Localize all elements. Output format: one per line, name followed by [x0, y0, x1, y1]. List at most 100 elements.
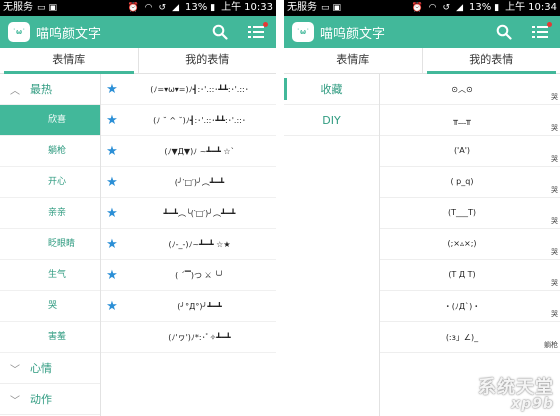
emoticon-row[interactable]: ★ ┻━┻︵╰(‵□′)╯︵┻━┻ — [101, 198, 276, 229]
favorite-row[interactable]: (:з」∠)_ 躺枪 — [380, 322, 560, 353]
category-tag: 哭 — [551, 186, 558, 194]
usb-icon: ▭ — [37, 3, 46, 13]
emoticon-row[interactable]: ★ (ﾉ ˘ ^ ˘)ﾉ┫:･'.::･┻┻:･'.::･ — [101, 105, 276, 136]
alarm-icon: ⏰ — [127, 3, 139, 13]
subcategory-item[interactable]: 亲亲 — [0, 198, 100, 229]
watermark-line1: 系统天堂 — [478, 377, 554, 398]
emoticon-text: (:з」∠)_ — [445, 333, 479, 342]
tab-emoticon-library[interactable]: 表情库 — [0, 48, 138, 74]
subcategory-item[interactable]: 害羞 — [0, 322, 100, 353]
category-label: 最热 — [30, 83, 52, 96]
battery-percent: 13% — [184, 2, 208, 13]
favorite-row[interactable]: ⊙︿⊙ 哭 — [380, 74, 560, 105]
sync-icon: ↺ — [158, 3, 167, 13]
emoticon-text: (;×▵×;) — [447, 239, 477, 248]
main-tabs: 表情库 我的表情 — [0, 48, 276, 74]
image-icon: ▣ — [332, 3, 342, 13]
app-title: 喵呜颜文字 — [36, 26, 102, 42]
sync-icon: ↺ — [442, 3, 451, 13]
emoticon-row[interactable]: ★ (╯‵□′)╯︵┻━┻ — [101, 167, 276, 198]
emoticon-list: ★ (ﾉ=▾ω▾=)ﾉ┫:･'.::･┻┻:･'.::･ ★ (ﾉ ˘ ^ ˘)ﾉ┫… — [101, 74, 276, 416]
emoticon-row[interactable]: ★ (ﾉ-_-)ﾉ~┻━┻ ☆★ — [101, 229, 276, 260]
image-icon: ▣ — [48, 3, 58, 13]
emoticon-text: ( ´▔)つ ⚔ ╰╯ — [175, 270, 224, 280]
status-bar: 无服务 ▭ ▣ ⏰ ◠ ↺ ◢ 13% ▮ 上午 10:34 — [284, 0, 560, 16]
menu-list-icon[interactable] — [532, 22, 552, 39]
emoticon-row[interactable]: ★ (ﾉ'ヮ')ﾉ*:･ﾟ✧┻━┻ — [101, 322, 276, 353]
status-bar: 无服务 ▭ ▣ ⏰ ◠ ↺ ◢ 13% ▮ 上午 10:33 — [0, 0, 276, 16]
emoticon-row[interactable]: ★ (ﾉ▼Д▼)ﾉ ~┻━┻ ☆` — [101, 136, 276, 167]
tab-my-emoticons[interactable]: 我的表情 — [421, 48, 560, 74]
star-icon[interactable]: ★ — [101, 330, 123, 345]
notification-dot — [547, 22, 552, 27]
chevron-up-icon: ︿ — [10, 85, 20, 97]
screen-my-emoticons: 无服务 ▭ ▣ ⏰ ◠ ↺ ◢ 13% ▮ 上午 10:34 ˙ω˙ 喵呜颜文字… — [284, 0, 560, 416]
category-tag: 哭 — [551, 217, 558, 225]
subcategory-item[interactable]: 躺枪 — [0, 136, 100, 167]
category-hot[interactable]: ︿ 最热 — [0, 74, 100, 105]
battery-percent: 13% — [468, 2, 492, 13]
time-ampm: 上午 — [221, 2, 242, 13]
app-bar: ˙ω˙ 喵呜颜文字 — [284, 16, 560, 48]
star-icon[interactable]: ★ — [101, 237, 123, 252]
star-icon[interactable]: ★ — [101, 175, 123, 190]
favorite-row[interactable]: (T Д T) 哭 — [380, 260, 560, 291]
emoticon-text: ⊙︿⊙ — [451, 85, 473, 94]
favorite-row[interactable]: ('A') 哭 — [380, 136, 560, 167]
search-icon[interactable] — [212, 24, 228, 40]
category-tag: 哭 — [551, 248, 558, 256]
emoticon-text: ('A') — [453, 146, 471, 155]
section-diy[interactable]: DIY — [284, 105, 379, 136]
emoticon-text: (T Д T) — [448, 270, 476, 279]
watermark-line2: xp9b — [511, 396, 554, 412]
category-tag: 哭 — [551, 124, 558, 132]
category-tag: 哭 — [551, 155, 558, 163]
emoticon-row[interactable]: ★ (ﾉ=▾ω▾=)ﾉ┫:･'.::･┻┻:･'.::･ — [101, 74, 276, 105]
emoticon-text: (ﾉ'ヮ')ﾉ*:･ﾟ✧┻━┻ — [168, 332, 231, 342]
usb-icon: ▭ — [321, 3, 330, 13]
star-icon[interactable]: ★ — [101, 299, 123, 314]
menu-list-icon[interactable] — [248, 22, 268, 39]
category-tag: 躺枪 — [544, 341, 558, 349]
app-bar: ˙ω˙ 喵呜颜文字 — [0, 16, 276, 48]
favorite-row[interactable]: (T___T) 哭 — [380, 198, 560, 229]
emoticon-text: (ﾉ ˘ ^ ˘)ﾉ┫:･'.::･┻┻:･'.::･ — [153, 115, 246, 125]
search-icon[interactable] — [496, 24, 512, 40]
tab-my-emoticons[interactable]: 我的表情 — [137, 48, 277, 73]
star-icon[interactable]: ★ — [101, 144, 123, 159]
emoticon-text: ┻━┻︵╰(‵□′)╯︵┻━┻ — [163, 208, 236, 218]
favorite-row[interactable]: ( p_q) 哭 — [380, 167, 560, 198]
star-icon[interactable]: ★ — [101, 206, 123, 221]
section-favorites[interactable]: 收藏 — [284, 74, 379, 105]
tab-emoticon-library[interactable]: 表情库 — [284, 48, 422, 73]
subcategory-item[interactable]: 哭 — [0, 291, 100, 322]
star-icon[interactable]: ★ — [101, 113, 123, 128]
favorite-row[interactable]: ・(ﾉД`)・哭 — [380, 291, 560, 322]
emoticon-row[interactable]: ★ ( ´▔)つ ⚔ ╰╯ — [101, 260, 276, 291]
favorite-row[interactable]: (;×▵×;) 哭 — [380, 229, 560, 260]
favorite-emoticon-list: ⊙︿⊙ 哭 ╥﹏╥ 哭 ('A') 哭 ( p_q) 哭 (T___T) 哭 (;×▵×;… — [380, 74, 560, 416]
category-mood[interactable]: ﹀ 心情 — [0, 353, 100, 384]
emoticon-text: (T___T) — [447, 208, 476, 217]
category-tag: 哭 — [551, 279, 558, 287]
subcategory-item[interactable]: 开心 — [0, 167, 100, 198]
star-icon[interactable]: ★ — [101, 268, 123, 283]
category-action[interactable]: ﹀ 动作 — [0, 384, 100, 415]
emoticon-text: ・(ﾉД`)・ — [443, 302, 481, 311]
category-label: 心情 — [30, 362, 52, 375]
emoticon-text: (ﾉ=▾ω▾=)ﾉ┫:･'.::･┻┻:･'.::･ — [150, 84, 249, 94]
chevron-down-icon: ﹀ — [10, 364, 20, 376]
subcategory-item[interactable]: 欣喜 — [0, 105, 100, 136]
subcategory-item[interactable]: 生气 — [0, 260, 100, 291]
chevron-down-icon: ﹀ — [10, 395, 20, 407]
time-ampm: 上午 — [505, 2, 526, 13]
subcategory-item[interactable]: 眨眼睛 — [0, 229, 100, 260]
alarm-icon: ⏰ — [411, 3, 423, 13]
signal-icon: ◢ — [456, 3, 463, 13]
emoticon-row[interactable]: ★ (╯°Д°)╯┻━┻ — [101, 291, 276, 322]
star-icon[interactable]: ★ — [101, 82, 123, 97]
app-logo-icon: ˙ω˙ — [292, 22, 314, 42]
emoticon-text: (╯°Д°)╯┻━┻ — [177, 301, 222, 311]
carrier-label: 无服务 — [287, 2, 317, 13]
favorite-row[interactable]: ╥﹏╥ 哭 — [380, 105, 560, 136]
